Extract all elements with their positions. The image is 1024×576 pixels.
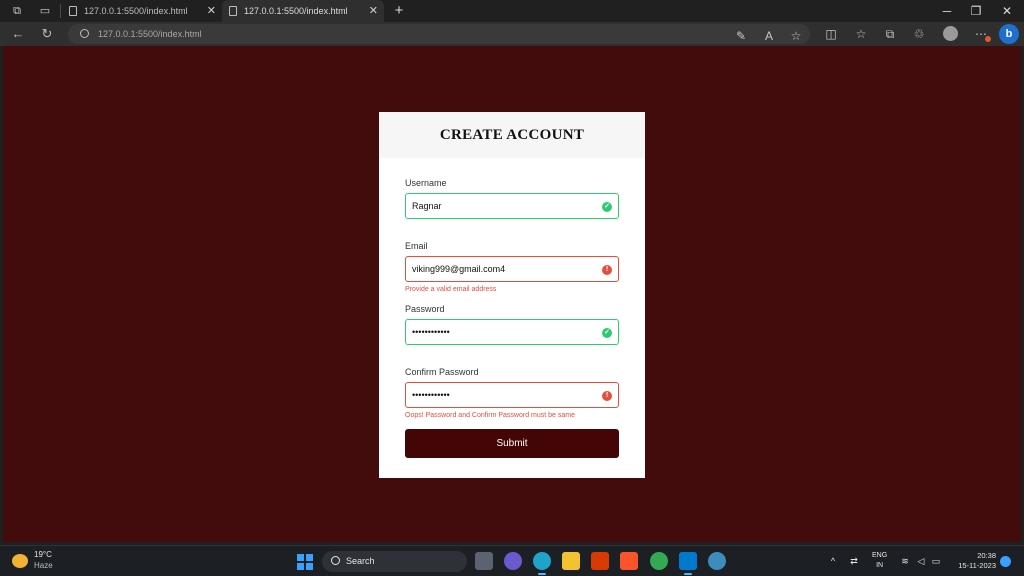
tab-active[interactable]: 127.0.0.1:5500/index.html ✕ (222, 0, 384, 22)
tab-title: 127.0.0.1:5500/index.html (244, 6, 348, 16)
read-aloud-icon[interactable]: A (760, 27, 778, 45)
form-title: CREATE ACCOUNT (379, 112, 645, 158)
refresh-icon[interactable]: ↻ (38, 25, 56, 43)
language-indicator[interactable]: ENG IN (872, 551, 887, 571)
windows-taskbar: 19°C Haze Search ^ ⇄ ENG IN ≋ ◁ ▭ 20:38 … (0, 545, 1024, 576)
favorites-icon[interactable]: ☆ (852, 25, 870, 43)
windows-start-icon[interactable] (297, 554, 313, 570)
close-window-icon[interactable]: ✕ (999, 2, 1015, 20)
page-icon (229, 6, 237, 16)
split-screen-icon[interactable]: ◫ (822, 25, 840, 43)
clock-time: 20:38 (977, 551, 996, 560)
username-input[interactable] (412, 196, 592, 215)
back-icon[interactable]: ← (9, 25, 27, 43)
bing-copilot-icon[interactable]: b (999, 24, 1019, 44)
check-icon: ✓ (602, 202, 612, 212)
tab-inactive[interactable]: 127.0.0.1:5500/index.html ✕ (62, 0, 222, 22)
brave-browser-icon[interactable] (620, 552, 638, 570)
submit-button[interactable]: Submit (405, 429, 619, 458)
office-icon[interactable] (591, 552, 609, 570)
language-code: ENG (872, 552, 888, 559)
email-input[interactable] (412, 259, 592, 278)
signup-card: CREATE ACCOUNT Username ✓ Email ! Provid… (379, 112, 645, 478)
error-icon: ! (602, 265, 612, 275)
region-code: IN (876, 562, 884, 569)
confirm-password-field-wrapper: ! (405, 382, 619, 408)
page-viewport: CREATE ACCOUNT Username ✓ Email ! Provid… (3, 46, 1021, 542)
profile-avatar[interactable] (943, 26, 958, 41)
chevron-up-icon[interactable]: ^ (828, 554, 838, 568)
volume-icon[interactable]: ◁ (915, 554, 927, 568)
wifi-icon[interactable]: ≋ (899, 554, 911, 568)
weather-condition[interactable]: Haze (34, 561, 53, 570)
battery-icon[interactable]: ▭ (930, 554, 942, 568)
browser-tab-bar: ⧉ ▭ 127.0.0.1:5500/index.html ✕ 127.0.0.… (0, 0, 1024, 22)
browser-address-bar: ← ↻ 127.0.0.1:5500/index.html ✎ A ☆ ◫ ☆ … (0, 22, 1024, 46)
collections-icon[interactable]: ⧉ (881, 25, 899, 43)
task-view-icon[interactable] (475, 552, 493, 570)
vscode-icon[interactable] (679, 552, 697, 575)
confirm-password-input[interactable] (412, 385, 592, 404)
username-field-wrapper: ✓ (405, 193, 619, 219)
sync-icon[interactable]: ⇄ (848, 554, 860, 568)
confirm-password-label: Confirm Password (405, 367, 479, 377)
weather-temperature[interactable]: 19°C (34, 550, 52, 559)
url-field[interactable]: 127.0.0.1:5500/index.html ✎ A ☆ (68, 24, 810, 44)
favorite-star-icon[interactable]: ☆ (787, 27, 805, 45)
workspaces-icon[interactable]: ⧉ (7, 3, 27, 19)
url-text: 127.0.0.1:5500/index.html (98, 29, 202, 39)
confirm-password-error-message: Oops! Password and Confirm Password must… (405, 412, 576, 419)
notification-dot-icon (985, 36, 991, 42)
extensions-icon[interactable]: ♲ (910, 25, 928, 43)
tab-title: 127.0.0.1:5500/index.html (84, 6, 188, 16)
email-error-message: Provide a valid email address (405, 286, 497, 293)
close-tab-icon[interactable]: ✕ (369, 0, 378, 22)
password-field-wrapper: ✓ (405, 319, 619, 345)
file-explorer-icon[interactable] (562, 552, 580, 570)
close-tab-icon[interactable]: ✕ (207, 0, 216, 22)
pen-icon[interactable]: ✎ (732, 27, 750, 45)
tab-actions-icon[interactable]: ▭ (35, 3, 55, 19)
restore-icon[interactable]: ❐ (968, 2, 984, 20)
password-label: Password (405, 304, 445, 314)
minimize-icon[interactable]: ─ (939, 2, 955, 20)
password-input[interactable] (412, 322, 592, 341)
notification-center-icon[interactable] (1000, 556, 1011, 567)
network-globe-icon[interactable] (708, 552, 726, 570)
clock-date: 15-11-2023 (958, 561, 996, 570)
plus-icon[interactable]: + (390, 1, 408, 21)
taskbar-clock[interactable]: 20:38 15-11-2023 (958, 551, 996, 571)
email-field-wrapper: ! (405, 256, 619, 282)
page-icon (69, 6, 77, 16)
edge-browser-icon[interactable] (533, 552, 551, 575)
search-label: Search (346, 556, 375, 566)
teams-chat-icon[interactable] (504, 552, 522, 570)
taskbar-search[interactable]: Search (322, 551, 467, 572)
tab-separator (60, 4, 61, 18)
username-label: Username (405, 178, 447, 188)
site-info-icon[interactable] (80, 29, 89, 38)
check-icon: ✓ (602, 328, 612, 338)
weather-haze-icon[interactable] (12, 554, 28, 568)
error-icon: ! (602, 391, 612, 401)
email-label: Email (405, 241, 428, 251)
chrome-browser-icon[interactable] (650, 552, 668, 570)
search-icon (331, 556, 340, 565)
